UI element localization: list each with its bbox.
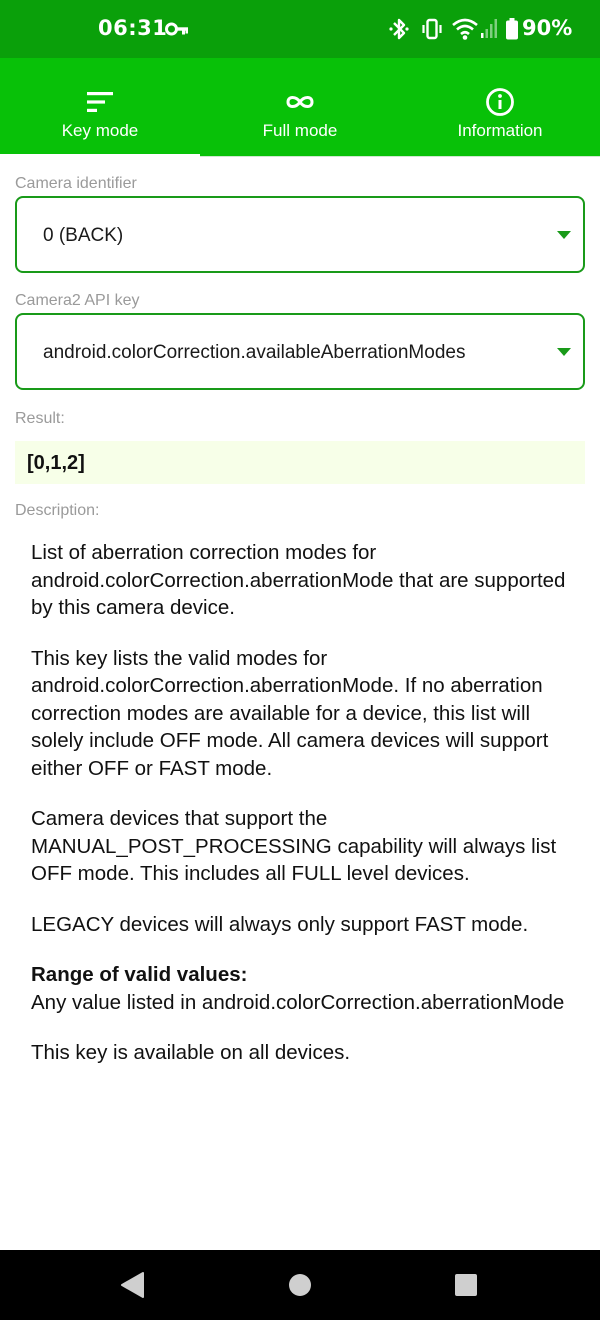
cellular-signal-icon — [480, 16, 498, 47]
vibrate-icon — [421, 16, 443, 47]
tab-information[interactable]: Information — [400, 58, 600, 156]
camera-identifier-value: 0 (BACK) — [43, 225, 124, 246]
navigation-bar — [0, 1250, 600, 1320]
battery-percentage: 90% — [522, 16, 573, 40]
tab-full-mode[interactable]: Full mode — [200, 58, 400, 156]
battery-icon — [505, 16, 519, 47]
availability-text: This key is available on all devices. — [31, 1041, 351, 1064]
tab-label: Information — [457, 121, 543, 140]
tab-label: Key mode — [61, 121, 139, 140]
tab-label: Full mode — [262, 121, 338, 140]
description-label: Description: — [15, 502, 100, 519]
tab-key-mode[interactable]: Key mode — [0, 58, 200, 157]
vpn-key-icon — [165, 19, 189, 44]
range-title: Range of valid values: — [31, 963, 248, 986]
dropdown-arrow-icon — [557, 231, 571, 239]
description-paragraph: Camera devices that support the MANUAL_P… — [31, 807, 557, 885]
result-value: [0,1,2] — [27, 452, 85, 474]
api-key-dropdown[interactable]: android.colorCorrection.availableAberrat… — [15, 313, 585, 390]
description-paragraph: This key lists the valid modes for andro… — [31, 646, 549, 780]
camera-identifier-label: Camera identifier — [15, 175, 137, 192]
status-time: 06:31 — [98, 16, 168, 40]
result-label: Result: — [15, 410, 65, 427]
tab-bar: Key mode Full mode Information — [0, 58, 600, 157]
description-paragraph: List of aberration correction modes for … — [31, 541, 566, 619]
active-tab-indicator — [0, 154, 200, 157]
sort-lines-icon — [84, 86, 116, 118]
info-icon — [484, 86, 516, 118]
range-body: Any value listed in android.colorCorrect… — [31, 990, 565, 1014]
dropdown-arrow-icon — [557, 348, 571, 356]
api-key-label: Camera2 API key — [15, 292, 140, 309]
recents-icon[interactable] — [436, 1250, 496, 1320]
status-bar: 06:31 90% — [0, 0, 600, 58]
description-paragraph: LEGACY devices will always only support … — [31, 912, 529, 936]
wifi-icon — [452, 16, 478, 47]
description-text: List of aberration correction modes for … — [31, 539, 579, 1090]
api-key-value: android.colorCorrection.availableAberrat… — [43, 342, 466, 363]
infinity-icon — [284, 86, 316, 118]
result-box: [0,1,2] — [15, 441, 585, 484]
camera-identifier-dropdown[interactable]: 0 (BACK) — [15, 196, 585, 273]
bluetooth-icon — [388, 16, 410, 47]
back-icon[interactable] — [102, 1250, 162, 1320]
home-icon[interactable] — [270, 1250, 330, 1320]
